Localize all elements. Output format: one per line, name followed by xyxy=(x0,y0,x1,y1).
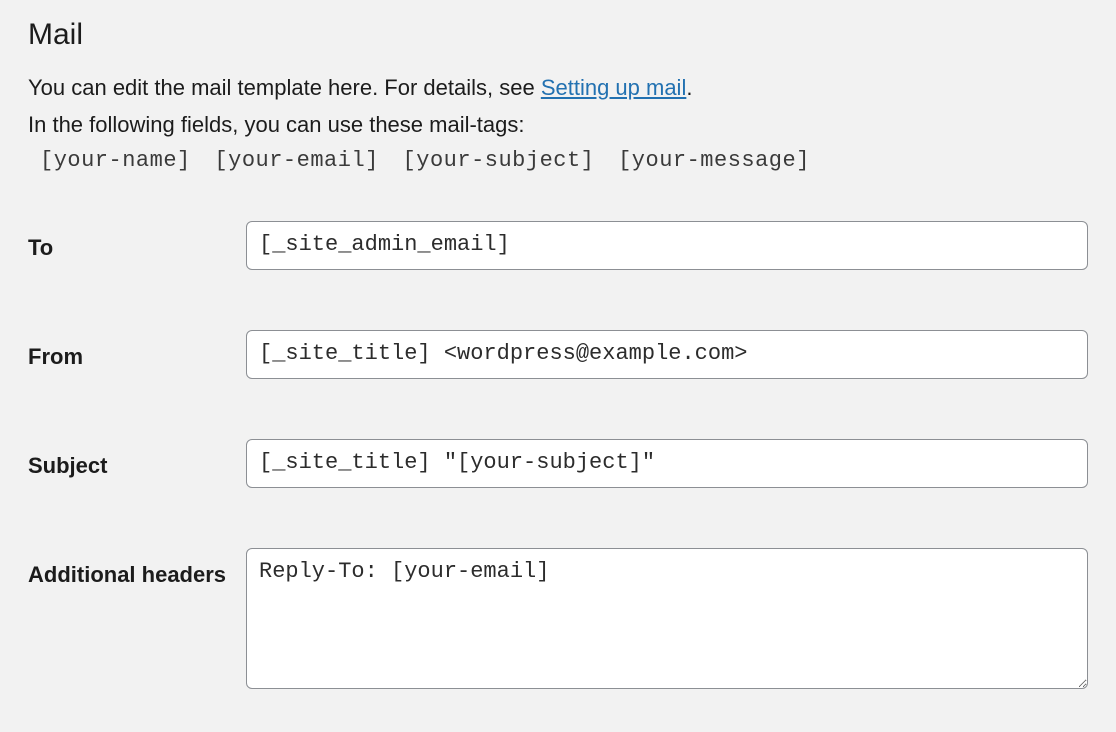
label-to: To xyxy=(28,221,246,266)
row-additional-headers: Additional headers xyxy=(28,548,1088,694)
label-subject: Subject xyxy=(28,439,246,484)
input-to[interactable] xyxy=(246,221,1088,270)
input-from[interactable] xyxy=(246,330,1088,379)
intro-prefix: You can edit the mail template here. For… xyxy=(28,75,541,100)
intro-sub-text: In the following fields, you can use the… xyxy=(28,107,1088,142)
mail-tags-list: [your-name] [your-email] [your-subject] … xyxy=(40,148,1088,173)
textarea-additional-headers[interactable] xyxy=(246,548,1088,689)
section-heading: Mail xyxy=(28,18,1088,52)
mail-form: To From Subject Additional headers xyxy=(28,221,1088,694)
row-to: To xyxy=(28,221,1088,270)
label-additional-headers: Additional headers xyxy=(28,548,246,593)
input-subject[interactable] xyxy=(246,439,1088,488)
row-from: From xyxy=(28,330,1088,379)
intro-suffix: . xyxy=(686,75,692,100)
label-from: From xyxy=(28,330,246,375)
row-subject: Subject xyxy=(28,439,1088,488)
intro-text: You can edit the mail template here. For… xyxy=(28,70,1088,105)
setting-up-mail-link[interactable]: Setting up mail xyxy=(541,75,687,100)
